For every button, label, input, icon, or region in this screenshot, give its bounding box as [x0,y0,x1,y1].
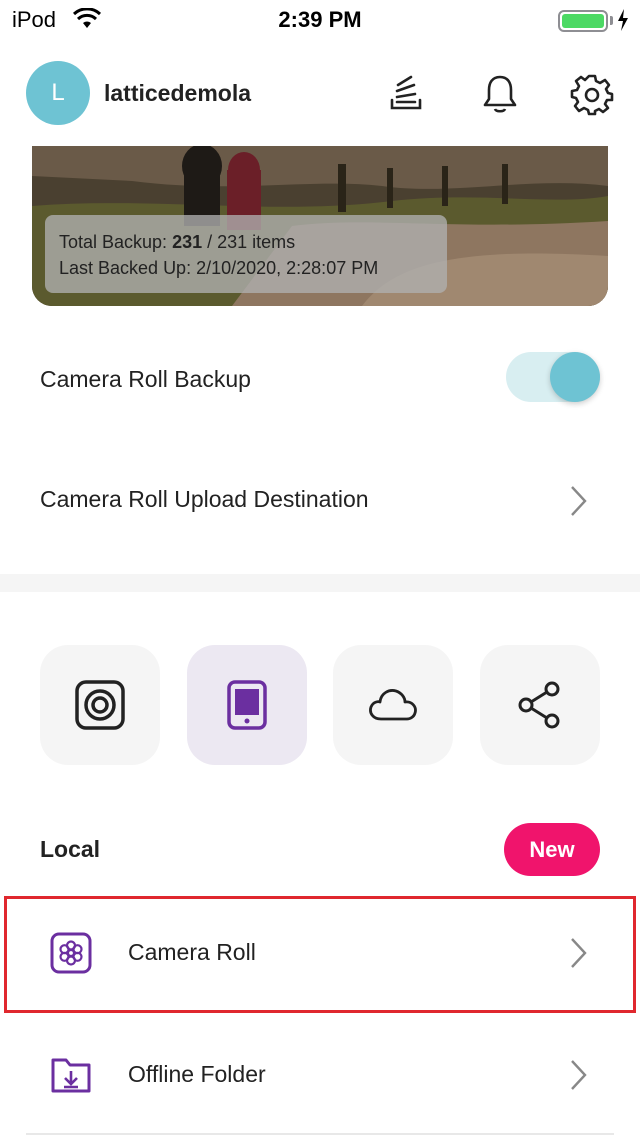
gear-icon[interactable] [570,72,614,116]
last-backed-up: Last Backed Up: 2/10/2020, 2:28:07 PM [59,258,379,278]
share-source-tile[interactable] [480,645,600,765]
upload-destination-label: Camera Roll Upload Destination [40,486,369,512]
offline-folder-label: Offline Folder [128,1061,266,1087]
total-backup-count: 231 [172,232,203,252]
backup-banner: Total Backup: 231 / 231 items Last Backe… [32,146,608,306]
battery-icon [558,10,608,32]
clock: 2:39 PM [278,7,362,32]
total-backup-label: Total Backup: [59,232,173,252]
toggle-knob [550,352,600,402]
local-section-title: Local [40,836,101,862]
total-backup-line: Total Backup: 231 / 231 items [59,229,433,255]
new-badge: New [504,823,600,876]
share-icon [518,681,560,729]
camera-source-tile[interactable] [40,645,160,765]
layers-icon[interactable] [384,72,428,116]
download-folder-icon [51,1058,91,1093]
section-divider [0,574,640,592]
total-backup-suffix: / 231 items [202,232,296,252]
chevron-right-icon [571,1060,587,1090]
status-bar: iPod 2:39 PM [0,0,640,40]
avatar[interactable]: L [26,61,90,125]
camera-roll-backup-label: Camera Roll Backup [40,366,251,392]
offline-folder-item[interactable]: Offline Folder [0,1018,640,1132]
chevron-right-icon [571,486,587,516]
app-header: L latticedemola [0,56,640,132]
username[interactable]: latticedemola [104,80,251,107]
cloud-source-tile[interactable] [333,645,453,765]
bell-icon[interactable] [478,72,522,116]
cloud-icon [369,689,417,721]
camera-roll-backup-toggle[interactable] [506,352,600,402]
list-divider [26,1133,614,1135]
local-source-tile[interactable] [187,645,307,765]
upload-destination-row[interactable]: Camera Roll Upload Destination [0,460,640,540]
selection-highlight [4,896,636,1013]
tablet-icon [227,680,267,730]
camera-icon [75,680,125,730]
charging-bolt-icon [618,9,628,31]
backup-summary: Total Backup: 231 / 231 items Last Backe… [45,215,447,293]
battery-tip [610,16,613,25]
